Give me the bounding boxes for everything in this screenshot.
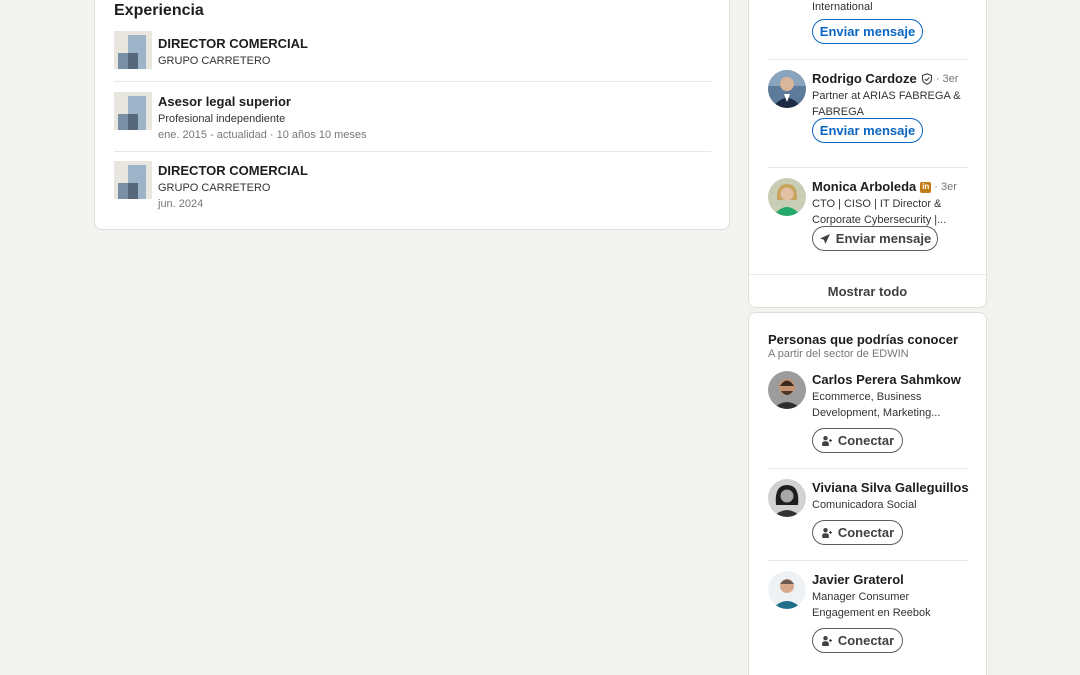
experience-title: Experiencia [114, 2, 204, 19]
experience-dates: jun. 2024 [158, 198, 204, 210]
connection-degree: · 3er [935, 73, 959, 85]
list-item: Carlos Perera Sahmkow Ecommerce, Busines… [768, 370, 968, 468]
person-name[interactable]: Carlos Perera Sahmkow [812, 371, 961, 389]
section-title: Personas que podrías conocer [768, 332, 959, 347]
experience-role: Asesor legal superior [158, 94, 291, 109]
avatar[interactable] [768, 571, 806, 609]
send-message-button[interactable]: Enviar mensaje [812, 226, 938, 251]
list-item: International Enviar mensaje [768, 0, 968, 59]
experience-item[interactable]: DIRECTOR COMERCIAL GRUPO CARRETERO [114, 31, 711, 81]
add-person-icon [822, 435, 832, 446]
connect-label: Conectar [837, 525, 895, 540]
avatar[interactable] [768, 70, 806, 108]
experience-company: Profesional independiente [158, 113, 286, 125]
list-item: Rodrigo Cardoze · 3er Partner at ARIAS F… [768, 59, 968, 167]
list-item: Javier Graterol Manager Consumer Engagem… [768, 560, 968, 668]
person-name[interactable]: Monica Arboleda [812, 178, 916, 196]
section-subtitle: A partir del sector de EDWIN [768, 348, 909, 360]
add-person-icon [822, 527, 832, 538]
send-message-button[interactable]: Enviar mensaje [812, 19, 923, 44]
person-description: International [812, 1, 873, 13]
avatar[interactable] [768, 479, 806, 517]
experience-item[interactable]: DIRECTOR COMERCIAL GRUPO CARRETERO jun. … [114, 151, 711, 221]
experience-card: Experiencia DIRECTOR COMERCIAL GRUPO CAR… [94, 0, 730, 230]
person-description: Manager Consumer Engagement en Reebok [812, 591, 931, 619]
linkedin-premium-icon: in [920, 181, 932, 193]
send-message-button[interactable]: Enviar mensaje [812, 118, 923, 143]
connect-label: Conectar [837, 633, 895, 648]
company-logo-icon[interactable] [114, 92, 152, 130]
experience-company: GRUPO CARRETERO [158, 55, 271, 67]
experience-role: DIRECTOR COMERCIAL [158, 36, 308, 51]
connect-button[interactable]: Conectar [812, 520, 903, 545]
experience-dates: ene. 2015 - actualidad · 10 años 10 mese… [158, 129, 367, 141]
people-you-may-know-card: Personas que podrías conocer A partir de… [748, 312, 987, 675]
connect-button[interactable]: Conectar [812, 428, 903, 453]
person-name[interactable]: Viviana Silva Galleguillos [812, 479, 969, 497]
company-logo-icon[interactable] [114, 31, 152, 69]
send-message-label: Enviar mensaje [835, 231, 932, 246]
connection-degree: · 3er [934, 181, 957, 193]
message-suggestions-card: International Enviar mensaje Rodrigo Car… [748, 0, 987, 308]
send-icon [819, 233, 830, 244]
connect-button[interactable]: Conectar [812, 628, 903, 653]
list-item: Monica Arboleda in · 3er CTO | CISO | IT… [768, 167, 968, 275]
person-description: CTO | CISO | IT Director & Corporate Cyb… [812, 198, 947, 226]
add-person-icon [822, 635, 832, 646]
show-all-button[interactable]: Mostrar todo [749, 274, 986, 307]
experience-item[interactable]: Asesor legal superior Profesional indepe… [114, 81, 711, 151]
connect-label: Conectar [837, 433, 895, 448]
person-description: Comunicadora Social [812, 499, 917, 511]
experience-role: DIRECTOR COMERCIAL [158, 163, 308, 178]
experience-company: GRUPO CARRETERO [158, 182, 271, 194]
avatar[interactable] [768, 178, 806, 216]
list-item: Viviana Silva Galleguillos Comunicadora … [768, 468, 969, 560]
company-logo-icon[interactable] [114, 161, 152, 199]
person-description: Ecommerce, Business Development, Marketi… [812, 391, 941, 419]
person-name[interactable]: Javier Graterol [812, 571, 904, 589]
avatar[interactable] [768, 371, 806, 409]
verified-icon [921, 73, 933, 85]
person-name[interactable]: Rodrigo Cardoze [812, 70, 917, 88]
person-description: Partner at ARIAS FABREGA & FABREGA [812, 90, 961, 118]
